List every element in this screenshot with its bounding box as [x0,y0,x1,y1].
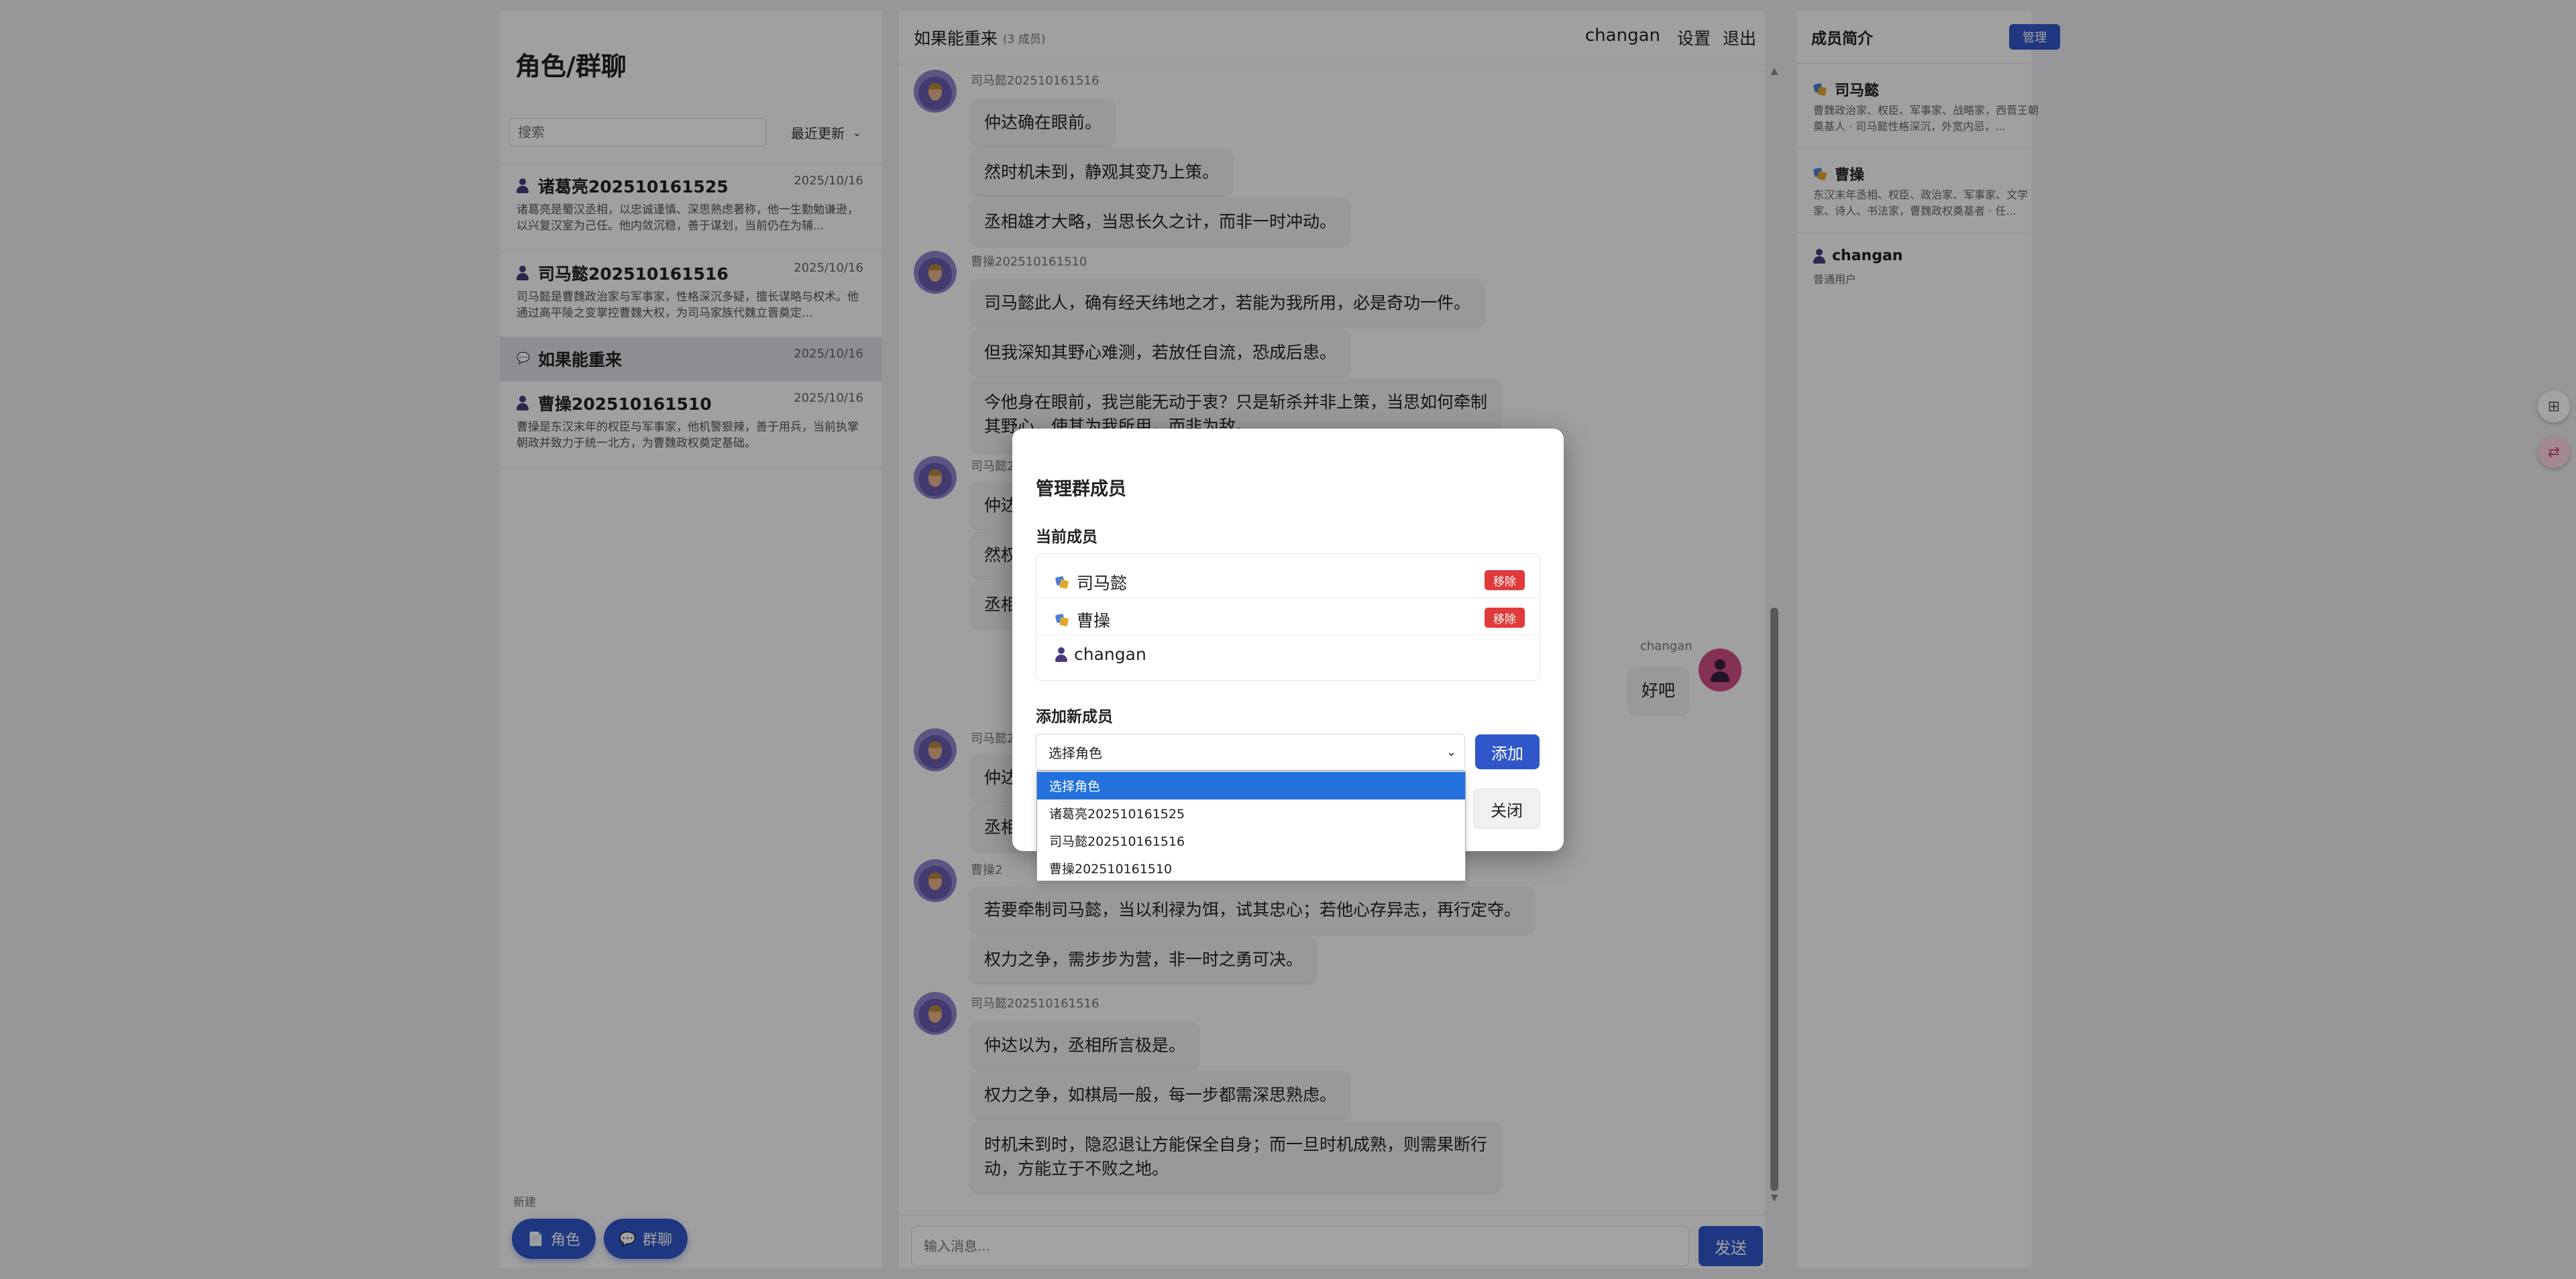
member-name: 曹操 [1077,611,1111,630]
role-icon [1055,575,1070,590]
member-name: 司马懿 [1077,573,1128,593]
dropdown-option[interactable]: 司马懿202510161516 [1037,827,1465,854]
remove-button[interactable]: 移除 [1485,608,1525,628]
role-select-value: 选择角色 [1049,745,1102,761]
current-members-label: 当前成员 [1036,529,1097,546]
member-row: 曹操 移除 [1036,598,1540,634]
modal-title: 管理群成员 [1036,479,1126,500]
person-icon [1055,647,1067,662]
current-members-list: 司马懿 移除 曹操 移除 changan [1036,553,1540,681]
close-button[interactable]: 关闭 [1473,789,1540,829]
role-select[interactable]: 选择角色 ⌄ [1036,734,1465,771]
member-row: changan [1036,634,1540,671]
role-dropdown-list: 选择角色 诸葛亮202510161525 司马懿202510161516 曹操2… [1036,771,1466,881]
dropdown-option[interactable]: 诸葛亮202510161525 [1037,799,1465,827]
member-row: 司马懿 移除 [1036,561,1540,598]
remove-button[interactable]: 移除 [1485,570,1525,590]
role-icon [1055,612,1070,627]
dropdown-option[interactable]: 曹操202510161510 [1037,854,1465,882]
dropdown-option-selected[interactable]: 选择角色 [1037,772,1465,799]
add-member-label: 添加新成员 [1036,708,1113,726]
member-name: changan [1074,645,1146,664]
add-member-button[interactable]: 添加 [1475,734,1540,769]
chevron-down-icon: ⌄ [1446,745,1456,759]
